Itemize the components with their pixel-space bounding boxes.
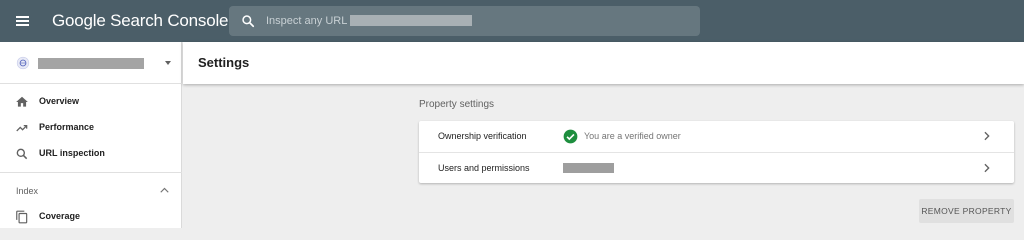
redacted-user-count bbox=[563, 163, 614, 173]
dropdown-caret-icon bbox=[165, 61, 171, 65]
sidebar-item-url-inspection[interactable]: URL inspection bbox=[0, 141, 182, 167]
row-label: Users and permissions bbox=[438, 163, 530, 173]
row-label: Ownership verification bbox=[438, 131, 527, 141]
home-icon bbox=[16, 96, 28, 107]
chevron-right-icon bbox=[984, 163, 990, 173]
top-app-bar: Google Search Console Inspect any URL in bbox=[0, 0, 1024, 42]
sidebar: Overview Performance URL inspection Inde… bbox=[0, 42, 182, 228]
menu-icon[interactable] bbox=[12, 12, 34, 30]
remove-property-label: REMOVE PROPERTY bbox=[921, 206, 1012, 216]
sidebar-item-label: Coverage bbox=[39, 211, 81, 221]
trending-icon bbox=[16, 125, 28, 132]
app-title[interactable]: Google Search Console bbox=[52, 11, 229, 31]
chevron-right-icon bbox=[984, 131, 990, 141]
sidebar-section-index[interactable]: Index bbox=[0, 180, 182, 202]
search-placeholder: Inspect any URL in bbox=[266, 15, 359, 27]
ownership-verification-row[interactable]: Ownership verification You are a verifie… bbox=[419, 121, 1014, 152]
page-header: Settings bbox=[183, 42, 1024, 84]
redacted-property-name bbox=[38, 58, 144, 69]
sidebar-item-performance[interactable]: Performance bbox=[0, 115, 182, 141]
check-circle-icon bbox=[563, 129, 578, 144]
search-input[interactable]: Inspect any URL in bbox=[229, 6, 700, 36]
copy-icon bbox=[16, 210, 28, 224]
sidebar-item-coverage[interactable]: Coverage bbox=[0, 204, 182, 230]
section-title: Property settings bbox=[419, 99, 495, 110]
page-title: Settings bbox=[198, 55, 250, 70]
users-and-permissions-row[interactable]: Users and permissions bbox=[419, 152, 1014, 183]
sidebar-divider bbox=[0, 172, 182, 173]
sidebar-item-overview[interactable]: Overview bbox=[0, 89, 182, 115]
redacted-property-url bbox=[350, 15, 472, 26]
property-settings-card: Ownership verification You are a verifie… bbox=[419, 121, 1014, 183]
globe-icon bbox=[16, 56, 30, 70]
search-icon bbox=[242, 15, 255, 28]
section-label: Index bbox=[16, 186, 39, 196]
sidebar-item-label: Overview bbox=[39, 96, 80, 106]
sidebar-item-label: URL inspection bbox=[39, 148, 105, 158]
remove-property-button[interactable]: REMOVE PROPERTY bbox=[919, 199, 1014, 223]
verification-status: You are a verified owner bbox=[584, 131, 681, 141]
chevron-up-icon bbox=[160, 187, 169, 193]
property-selector[interactable] bbox=[0, 42, 182, 84]
search-icon bbox=[16, 148, 28, 160]
sidebar-item-label: Performance bbox=[39, 122, 95, 132]
